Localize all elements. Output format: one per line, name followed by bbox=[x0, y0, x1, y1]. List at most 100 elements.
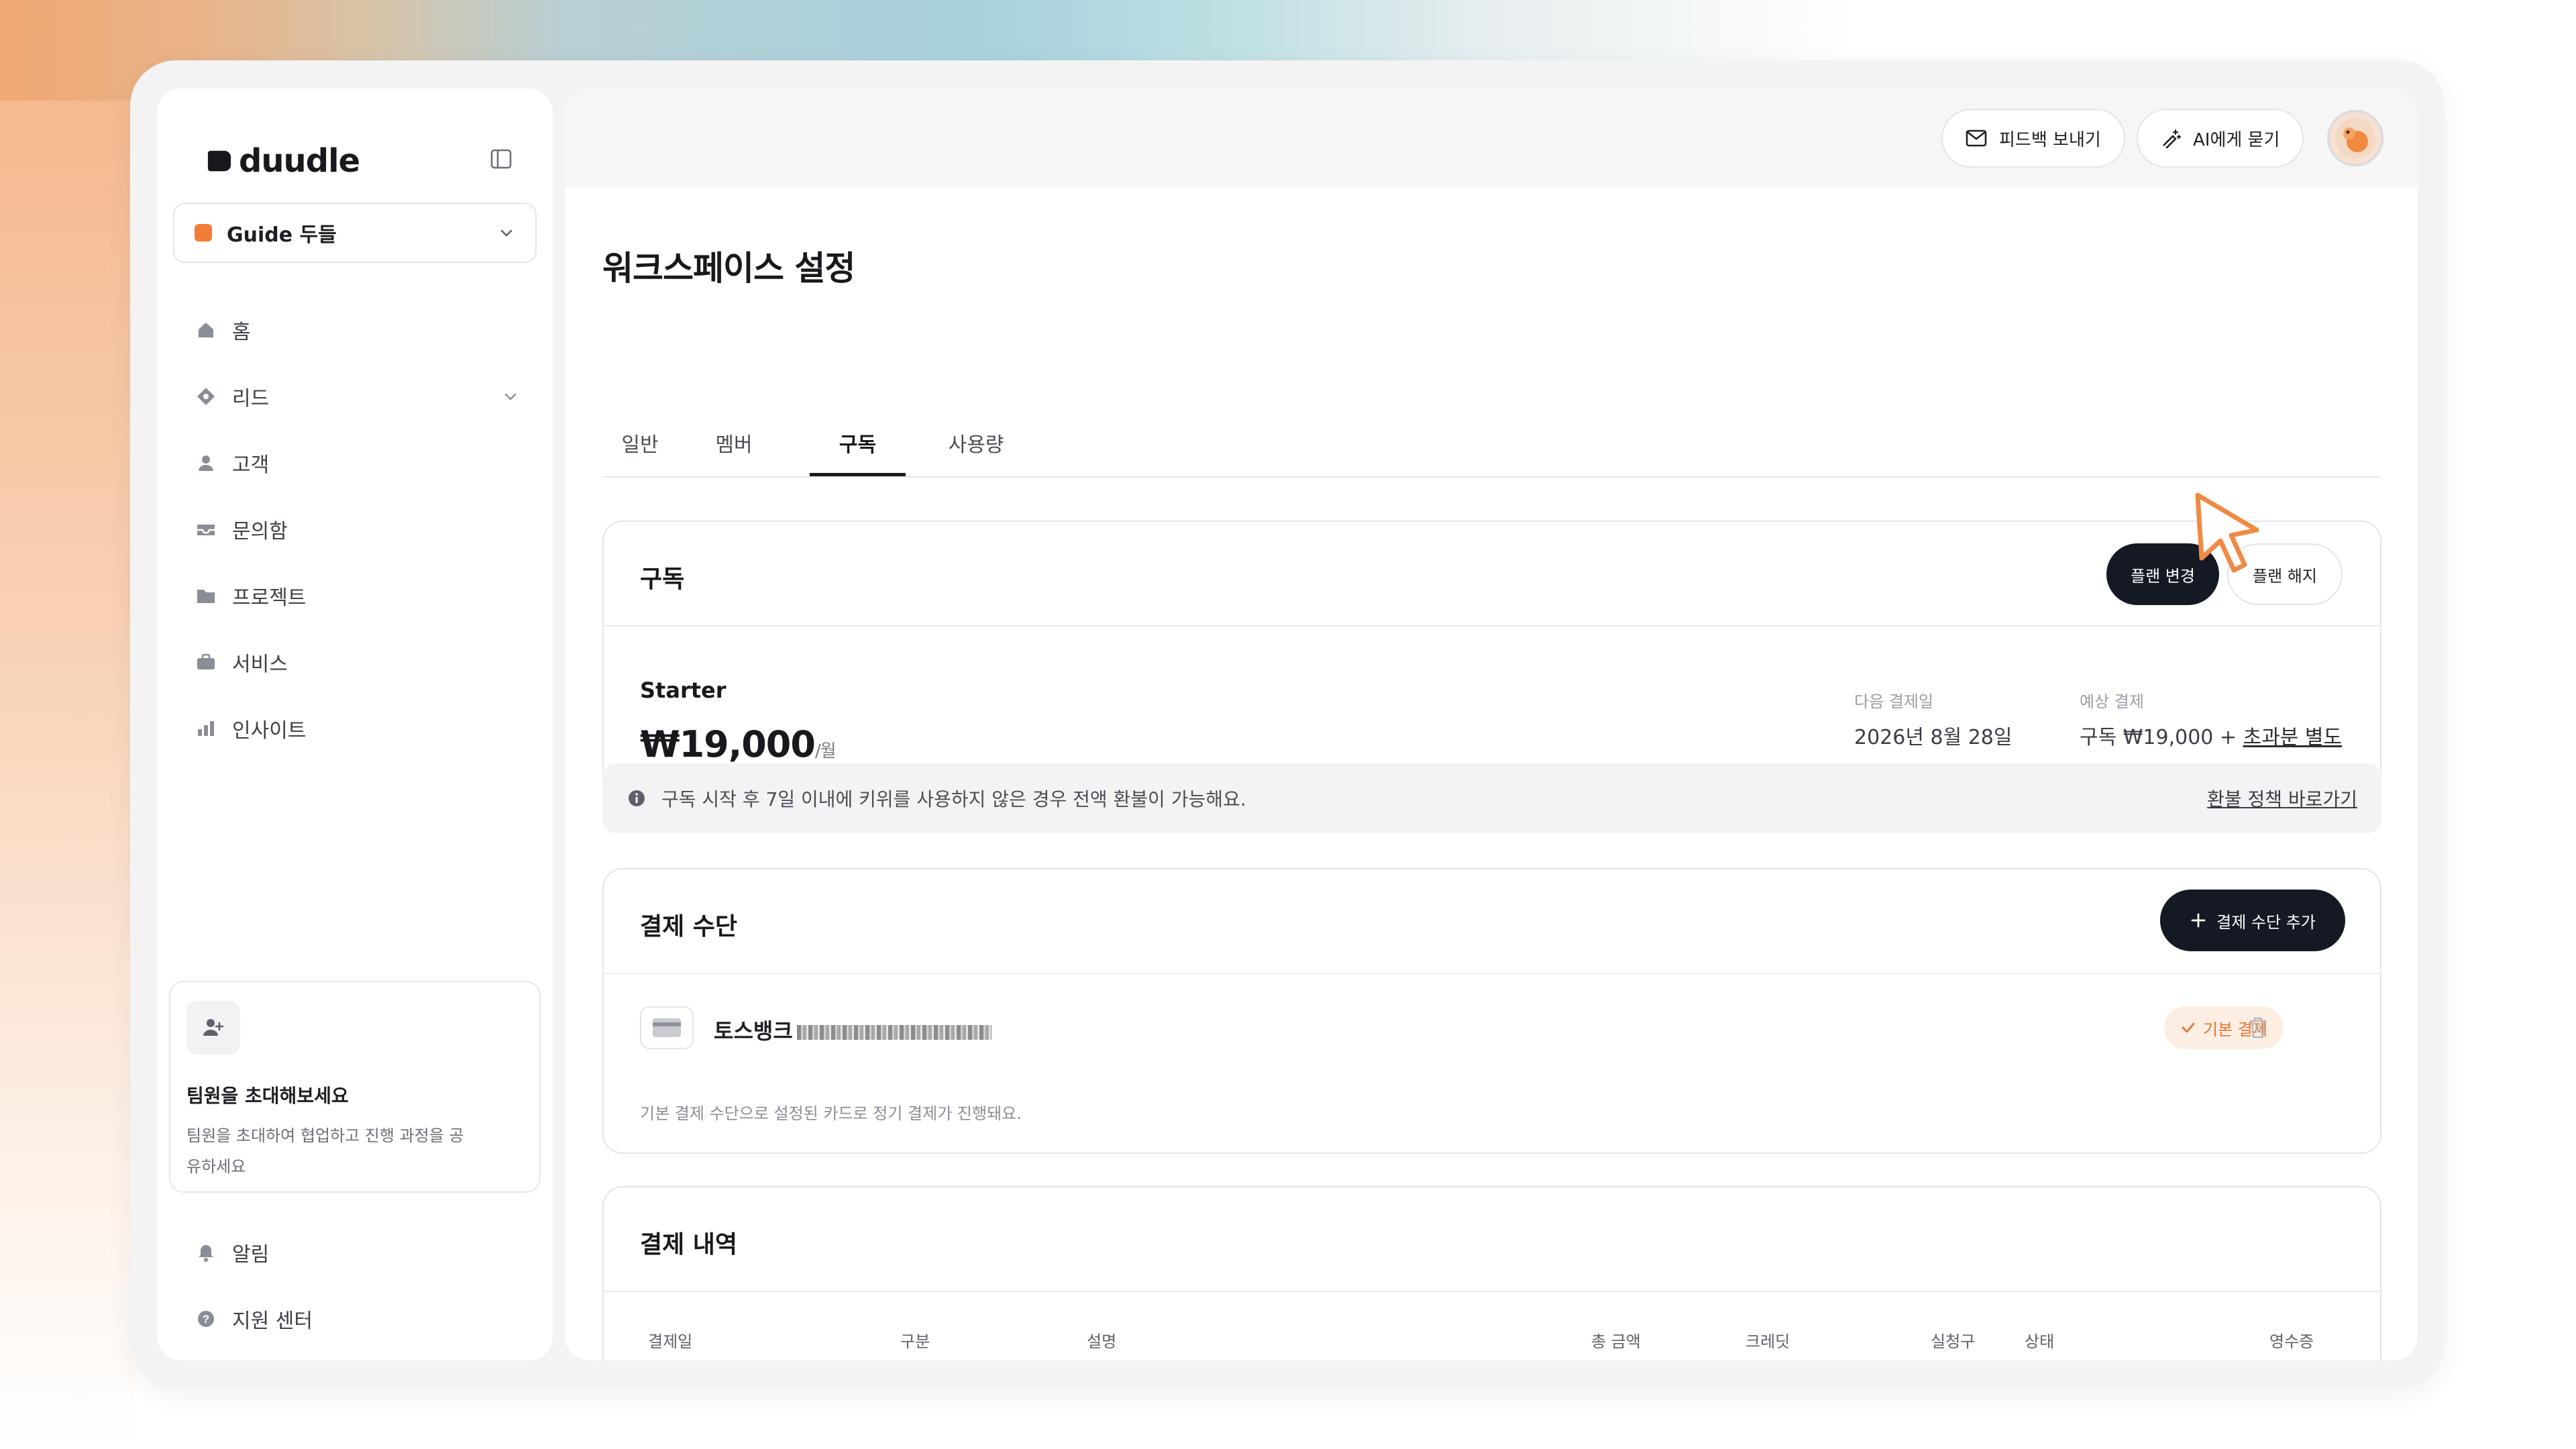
overage-link[interactable]: 초과분 별도 bbox=[2243, 726, 2343, 749]
avatar[interactable] bbox=[2327, 110, 2383, 166]
refund-notice: 구독 시작 후 7일 이내에 키위를 사용하지 않은 경우 전액 환불이 가능해… bbox=[602, 763, 2381, 833]
logo-mark-icon bbox=[207, 150, 231, 172]
sidebar-item-lead[interactable]: 리드 bbox=[184, 363, 526, 429]
plan-price-unit: /월 bbox=[814, 741, 837, 761]
briefcase-icon bbox=[195, 651, 217, 674]
tab-subscription[interactable]: 구독 bbox=[810, 428, 906, 476]
sidebar-item-label: 고객 bbox=[232, 453, 270, 477]
expected-payment-value: 구독 ₩19,000 + 초과분 별도 bbox=[2080, 720, 2342, 750]
workspace-color-icon bbox=[195, 224, 212, 241]
sidebar-item-label: 지원 센터 bbox=[232, 1309, 313, 1333]
folder-icon bbox=[195, 584, 217, 607]
mail-icon bbox=[1966, 129, 1987, 147]
ask-ai-label: AI에게 묻기 bbox=[2193, 129, 2280, 150]
invite-card[interactable]: 팀원을 초대해보세요 팀원을 초대하여 협업하고 진행 과정을 공유하세요 bbox=[169, 981, 541, 1193]
top-bar: 피드백 보내기 AI에게 묻기 bbox=[565, 89, 2418, 188]
column-header-billed: 실청구 bbox=[1931, 1332, 1976, 1351]
subscription-title: 구독 bbox=[640, 566, 685, 593]
sidebar-collapse-icon[interactable] bbox=[490, 148, 513, 170]
payment-history-title: 결제 내역 bbox=[640, 1231, 738, 1258]
feedback-button[interactable]: 피드백 보내기 bbox=[1941, 109, 2125, 168]
sidebar-item-label: 알림 bbox=[232, 1242, 270, 1267]
add-user-icon bbox=[186, 1001, 240, 1055]
avatar-image-icon bbox=[2335, 118, 2375, 158]
trash-icon[interactable] bbox=[2245, 1014, 2271, 1041]
feedback-label: 피드백 보내기 bbox=[1999, 129, 2101, 150]
tab-members[interactable]: 멤버 bbox=[696, 428, 771, 476]
payment-history-card: 결제 내역 결제일 구분 설명 총 금액 크레딧 실청구 상태 영수증 bbox=[602, 1186, 2381, 1360]
sidebar-bottom-nav: 알림 ? 지원 센터 bbox=[184, 1219, 526, 1352]
ask-ai-button[interactable]: AI에게 묻기 bbox=[2137, 109, 2304, 168]
expected-payment-prefix: 구독 ₩19,000 + bbox=[2080, 726, 2243, 749]
sidebar-item-support[interactable]: ? 지원 센터 bbox=[184, 1285, 526, 1352]
chevron-down-icon bbox=[500, 229, 513, 237]
user-icon bbox=[195, 451, 217, 474]
masked-account-number bbox=[796, 1025, 991, 1040]
invite-title: 팀원을 초대해보세요 bbox=[186, 1085, 349, 1107]
bell-icon bbox=[195, 1241, 217, 1264]
column-header-total: 총 금액 bbox=[1591, 1332, 1641, 1351]
column-header-description: 설명 bbox=[1087, 1332, 1117, 1351]
main-content: 피드백 보내기 AI에게 묻기 워크스페이스 설정 일반 멤버 구독 사용량 구… bbox=[565, 89, 2418, 1360]
bank-name: 토스뱅크 bbox=[714, 1014, 991, 1045]
invite-description: 팀원을 초대하여 협업하고 진행 과정을 공유하세요 bbox=[186, 1126, 464, 1176]
add-payment-method-label: 결제 수단 추가 bbox=[2216, 912, 2316, 932]
refund-policy-link[interactable]: 환불 정책 바로가기 bbox=[2207, 785, 2357, 812]
sidebar-item-inbox[interactable]: 문의함 bbox=[184, 496, 526, 562]
column-header-date: 결제일 bbox=[648, 1332, 693, 1351]
plan-price: ₩19,000/월 bbox=[640, 723, 837, 765]
sidebar-item-projects[interactable]: 프로젝트 bbox=[184, 562, 526, 629]
sidebar-item-label: 인사이트 bbox=[232, 718, 307, 743]
workspace-selector[interactable]: Guide 두들 bbox=[173, 203, 537, 263]
sidebar-nav: 홈 리드 고객 문의함 프로젝트 서비스 인사이트 bbox=[184, 297, 526, 761]
inbox-icon bbox=[195, 518, 217, 541]
page-title: 워크스페이스 설정 bbox=[602, 249, 855, 288]
check-icon bbox=[2182, 1022, 2195, 1033]
magic-wand-icon bbox=[2163, 129, 2181, 148]
change-plan-label: 플랜 변경 bbox=[2131, 566, 2195, 586]
sidebar: duudle Guide 두들 홈 리드 고객 문의함 프로젝트 서비스 인사이… bbox=[157, 89, 553, 1360]
lead-icon bbox=[195, 385, 217, 408]
plus-icon bbox=[2191, 913, 2206, 928]
brand-logo[interactable]: duudle bbox=[207, 142, 360, 180]
sidebar-item-label: 프로젝트 bbox=[232, 586, 307, 610]
app-window: duudle Guide 두들 홈 리드 고객 문의함 프로젝트 서비스 인사이… bbox=[130, 60, 2445, 1389]
plan-name: Starter bbox=[640, 678, 727, 703]
sidebar-item-home[interactable]: 홈 bbox=[184, 297, 526, 363]
column-header-status: 상태 bbox=[2025, 1332, 2055, 1351]
column-header-credit: 크레딧 bbox=[1746, 1332, 1790, 1351]
column-header-receipt: 영수증 bbox=[2269, 1332, 2314, 1351]
plan-price-value: ₩19,000 bbox=[640, 723, 816, 765]
sidebar-item-label: 서비스 bbox=[232, 652, 288, 676]
sidebar-item-label: 홈 bbox=[232, 320, 251, 344]
sidebar-item-label: 리드 bbox=[232, 386, 270, 411]
info-icon bbox=[629, 790, 645, 806]
settings-tabs: 일반 멤버 구독 사용량 bbox=[602, 412, 2381, 478]
tab-general[interactable]: 일반 bbox=[602, 428, 678, 476]
mouse-cursor-icon bbox=[2195, 492, 2259, 573]
payment-method-row: 토스뱅크 기본 결제 기본 결제 수단으로 설정된 카드로 정기 결제가 진행돼… bbox=[604, 973, 2380, 1154]
payment-method-note: 기본 결제 수단으로 설정된 카드로 정기 결제가 진행돼요. bbox=[640, 1104, 1022, 1123]
bank-name-label: 토스뱅크 bbox=[714, 1018, 793, 1044]
expected-payment-label: 예상 결제 bbox=[2080, 692, 2144, 711]
add-payment-method-button[interactable]: 결제 수단 추가 bbox=[2160, 890, 2345, 951]
refund-notice-text: 구독 시작 후 7일 이내에 키위를 사용하지 않은 경우 전액 환불이 가능해… bbox=[661, 788, 1246, 810]
payment-method-title: 결제 수단 bbox=[640, 913, 738, 941]
sidebar-item-services[interactable]: 서비스 bbox=[184, 629, 526, 695]
sidebar-item-notifications[interactable]: 알림 bbox=[184, 1219, 526, 1285]
svg-text:?: ? bbox=[203, 1313, 209, 1326]
chevron-down-icon[interactable] bbox=[502, 388, 519, 405]
next-billing-date: 2026년 8월 28일 bbox=[1854, 726, 2012, 749]
column-header-type: 구분 bbox=[900, 1332, 930, 1351]
payment-history-card-header: 결제 내역 bbox=[604, 1187, 2380, 1292]
sidebar-item-customers[interactable]: 고객 bbox=[184, 429, 526, 496]
tab-usage[interactable]: 사용량 bbox=[927, 428, 1025, 476]
payment-method-card: 결제 수단 결제 수단 추가 토스뱅크 기본 결제 기본 결제 수단으로 설정된… bbox=[602, 868, 2381, 1154]
brand-name: duudle bbox=[239, 142, 360, 180]
help-icon: ? bbox=[195, 1307, 217, 1330]
home-icon bbox=[195, 319, 217, 341]
chart-icon bbox=[195, 717, 217, 740]
subscription-card-header: 구독 플랜 변경 플랜 해지 bbox=[604, 522, 2380, 627]
workspace-name: Guide 두들 bbox=[227, 223, 337, 247]
sidebar-item-insights[interactable]: 인사이트 bbox=[184, 695, 526, 761]
